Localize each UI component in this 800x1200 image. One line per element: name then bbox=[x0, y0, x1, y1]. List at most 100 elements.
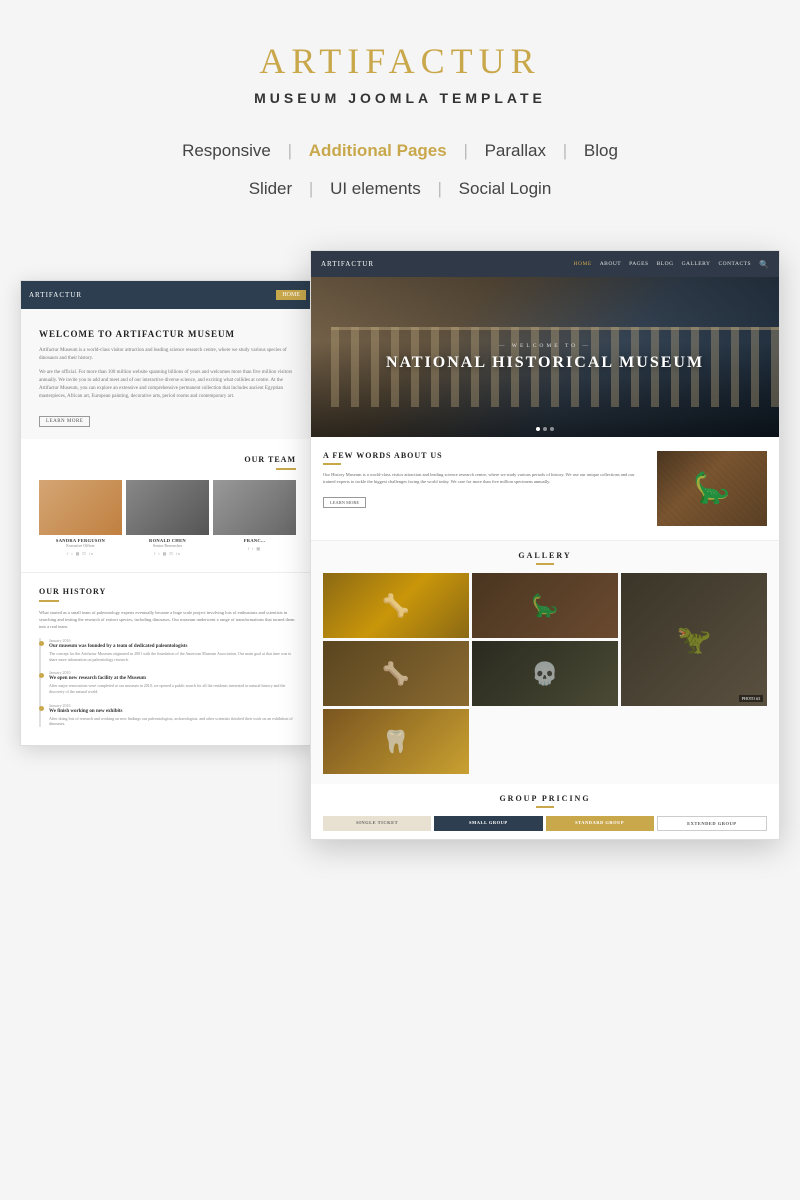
right-about-body: Our History Museum is a world-class visi… bbox=[323, 471, 645, 485]
team-icons-3: f t ▩ bbox=[213, 546, 296, 551]
team-photo-2 bbox=[126, 480, 209, 535]
right-hero-dots bbox=[536, 427, 554, 431]
left-hero-text2: We are the official. For more than 100 m… bbox=[39, 369, 296, 401]
screenshot-right: ARTIFACTUR HOME ABOUT PAGES BLOG GALLERY… bbox=[310, 250, 780, 840]
dino-image-icon: 🦕 bbox=[657, 451, 767, 526]
left-team-section: OUR TEAM SANDRA FERGUSON Executive Offic… bbox=[21, 439, 314, 572]
right-pricing-title: GROUP PRICING bbox=[323, 794, 767, 803]
sep-2: | bbox=[463, 141, 467, 160]
timeline-text-1: The concept for the Artifactur Museum or… bbox=[49, 651, 296, 662]
left-hero: WELCOME TO ARTIFACTUR MUSEUM Artifactur … bbox=[21, 309, 314, 439]
preview-container: ARTIFACTUR HOME WELCOME TO ARTIFACTUR MU… bbox=[20, 250, 780, 1110]
feature-additional-pages: Additional Pages bbox=[309, 141, 447, 160]
timeline-date-3: January 2016 bbox=[49, 703, 296, 708]
sep-3: | bbox=[563, 141, 567, 160]
hero-dot-3 bbox=[550, 427, 554, 431]
team-icons-2: f t ▩ ⊡ in bbox=[126, 551, 209, 556]
hero-dot-2 bbox=[543, 427, 547, 431]
team-photo-3 bbox=[213, 480, 296, 535]
feature-social-login: Social Login bbox=[459, 179, 552, 198]
right-pricing-underline bbox=[536, 806, 554, 808]
right-nav-about[interactable]: ABOUT bbox=[600, 261, 621, 267]
left-history-text: What started as a small team of paleonto… bbox=[39, 610, 296, 630]
gallery-dino-icon-1: 🦴 bbox=[323, 573, 469, 638]
right-nav-links: HOME ABOUT PAGES BLOG GALLERY CONTACTS 🔍 bbox=[574, 260, 770, 269]
right-nav-pages[interactable]: PAGES bbox=[629, 261, 648, 267]
right-nav-blog[interactable]: BLOG bbox=[657, 261, 674, 267]
team-member-2: RONALD CHEN Senior Researcher f t ▩ ⊡ in bbox=[126, 480, 209, 556]
pricing-tab-standard[interactable]: STANDARD GROUP bbox=[546, 816, 654, 831]
right-about-btn[interactable]: LEARN MORE bbox=[323, 497, 366, 508]
right-about-section: A FEW WORDS ABOUT US Our History Museum … bbox=[311, 437, 779, 540]
left-history-title: OUR HISTORY bbox=[39, 587, 296, 596]
left-team-photos: SANDRA FERGUSON Executive Officer f t ▩ … bbox=[39, 480, 296, 556]
timeline-date-2: January 2010 bbox=[49, 670, 296, 675]
gallery-item-2[interactable]: 🦕 bbox=[472, 573, 618, 638]
gallery-item-4[interactable]: 🦴 bbox=[323, 641, 469, 706]
feature-blog: Blog bbox=[584, 141, 618, 160]
left-nav-logo: ARTIFACTUR bbox=[29, 291, 82, 299]
gallery-dino-icon-2: 🦕 bbox=[472, 573, 618, 638]
feature-responsive: Responsive bbox=[182, 141, 271, 160]
gallery-item-3[interactable]: 🦖 PHOTO #3 bbox=[621, 573, 767, 706]
right-hero-welcome: — WELCOME TO — bbox=[386, 343, 704, 349]
timeline-text-2: After major renovations were completed a… bbox=[49, 683, 296, 694]
features-row-1: Responsive | Additional Pages | Parallax… bbox=[20, 134, 780, 168]
features-row-2: Slider | UI elements | Social Login bbox=[20, 172, 780, 206]
left-nav: ARTIFACTUR HOME bbox=[21, 281, 314, 309]
team-photo-1 bbox=[39, 480, 122, 535]
pricing-tab-small[interactable]: SMALL GROUP bbox=[434, 816, 542, 831]
right-about-title: A FEW WORDS ABOUT US bbox=[323, 451, 645, 460]
feature-ui-elements: UI elements bbox=[330, 179, 421, 198]
left-hero-btn[interactable]: LEARN MORE bbox=[39, 416, 90, 427]
team-role-2: Senior Researcher bbox=[126, 543, 209, 548]
right-about-image: 🦕 bbox=[657, 451, 767, 526]
team-role-1: Executive Officer bbox=[39, 543, 122, 548]
right-gallery-title: GALLERY bbox=[323, 551, 767, 560]
right-nav-gallery[interactable]: GALLERY bbox=[682, 261, 711, 267]
right-hero: — WELCOME TO — NATIONAL HISTORICAL MUSEU… bbox=[311, 277, 779, 437]
right-nav-logo: ARTIFACTUR bbox=[321, 260, 374, 268]
gallery-dino-icon-3: 🦖 bbox=[621, 573, 767, 706]
right-nav: ARTIFACTUR HOME ABOUT PAGES BLOG GALLERY… bbox=[311, 251, 779, 277]
right-gallery-grid: 🦴 🦕 🦖 PHOTO #3 🦴 💀 🦷 bbox=[323, 573, 767, 774]
left-nav-home: HOME bbox=[276, 290, 306, 300]
gallery-item-6[interactable]: 🦷 bbox=[323, 709, 469, 774]
right-hero-text: — WELCOME TO — NATIONAL HISTORICAL MUSEU… bbox=[386, 343, 704, 372]
right-about-underline bbox=[323, 463, 341, 465]
team-name-3: FRANC... bbox=[213, 538, 296, 543]
gallery-item-1[interactable]: 🦴 bbox=[323, 573, 469, 638]
right-pricing-tabs: SINGLE TICKET SMALL GROUP STANDARD GROUP… bbox=[323, 816, 767, 831]
header: ARTIFACTUR Museum Joomla Template Respon… bbox=[0, 0, 800, 230]
timeline-heading-3: We finish working on new exhibits bbox=[49, 709, 296, 714]
timeline-item-2: January 2010 We open new research facili… bbox=[49, 670, 296, 694]
right-hero-title: NATIONAL HISTORICAL MUSEUM bbox=[386, 354, 704, 372]
left-team-title: OUR TEAM bbox=[39, 455, 296, 464]
sep-5: | bbox=[438, 179, 442, 198]
gallery-dino-icon-6: 🦷 bbox=[323, 709, 469, 774]
sep-1: | bbox=[288, 141, 292, 160]
team-member-3: FRANC... f t ▩ bbox=[213, 480, 296, 556]
timeline-item-3: January 2016 We finish working on new ex… bbox=[49, 703, 296, 727]
gallery-item-5[interactable]: 💀 bbox=[472, 641, 618, 706]
pricing-tab-single[interactable]: SINGLE TICKET bbox=[323, 816, 431, 831]
left-timeline: January 2016 Our museum was founded by a… bbox=[39, 638, 296, 727]
right-nav-home[interactable]: HOME bbox=[574, 261, 592, 267]
feature-slider: Slider bbox=[249, 179, 292, 198]
team-member-1: SANDRA FERGUSON Executive Officer f t ▩ … bbox=[39, 480, 122, 556]
left-hero-text1: Artifactur Museum is a world-class visit… bbox=[39, 347, 296, 363]
right-pricing-section: GROUP PRICING SINGLE TICKET SMALL GROUP … bbox=[311, 784, 779, 839]
left-team-underline bbox=[276, 468, 296, 470]
brand-title: ARTIFACTUR bbox=[20, 40, 780, 82]
timeline-heading-2: We open new research facility at the Mus… bbox=[49, 676, 296, 681]
left-history-section: OUR HISTORY What started as a small team… bbox=[21, 572, 314, 745]
team-icons-1: f t ▩ ⊡ in bbox=[39, 551, 122, 556]
pricing-tab-extended[interactable]: EXTENDED GROUP bbox=[657, 816, 767, 831]
search-icon[interactable]: 🔍 bbox=[759, 260, 769, 269]
right-nav-contacts[interactable]: CONTACTS bbox=[718, 261, 751, 267]
gallery-photo-label-3: PHOTO #3 bbox=[739, 695, 763, 702]
screenshot-left: ARTIFACTUR HOME WELCOME TO ARTIFACTUR MU… bbox=[20, 280, 315, 746]
timeline-item-1: January 2016 Our museum was founded by a… bbox=[49, 638, 296, 662]
gallery-dino-icon-4: 🦴 bbox=[323, 641, 469, 706]
right-gallery-underline bbox=[536, 563, 554, 565]
